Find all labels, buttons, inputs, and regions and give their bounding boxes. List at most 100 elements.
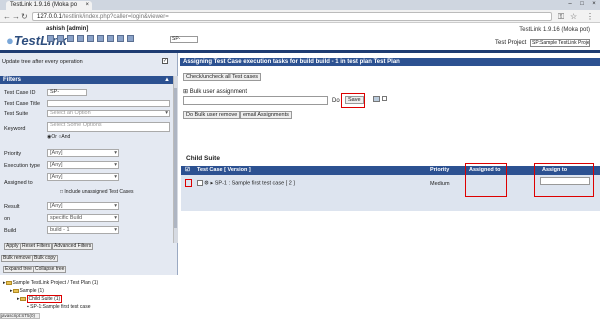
or-label: Or <box>51 134 57 140</box>
tree-node-root[interactable]: ▸ Sample TestLink Project / Test Plan (1) <box>3 280 98 286</box>
minimize-icon[interactable]: – <box>564 0 576 9</box>
col-testcase: Test Case [ Version ] <box>197 167 251 173</box>
row-priority: Medium <box>430 181 450 187</box>
admin-icon[interactable] <box>117 35 124 42</box>
select-all-checkbox[interactable]: ☑ <box>185 166 190 175</box>
tab-title: TestLink 1.9.16 (Moka po <box>10 2 78 8</box>
row-testcase-label: SP-1 : Sample first test case [ 2 ] <box>214 180 295 187</box>
check-uncheck-all-button[interactable]: Check/uncheck all Test cases <box>183 73 262 81</box>
result-select[interactable]: [Any] ▾ <box>47 202 119 210</box>
page-title: Assigning Test Case execution tasks for … <box>180 58 600 66</box>
build-value: build - 1 <box>50 227 70 233</box>
report-icon[interactable] <box>107 35 114 42</box>
chevron-down-icon: ▾ <box>114 150 117 156</box>
bulk-assignment-text: Bulk user assignment <box>189 89 248 95</box>
project-select[interactable]: SP:Sample TestLink Project <box>530 39 590 47</box>
assign-to-input[interactable] <box>540 177 590 185</box>
exec-type-label: Execution type <box>4 163 41 169</box>
plan-icon[interactable] <box>87 35 94 42</box>
forward-icon[interactable]: → <box>12 12 20 21</box>
email-icon[interactable] <box>373 96 380 102</box>
collapse-tree-button[interactable]: Collapse tree <box>33 266 67 273</box>
toggle-icon[interactable]: ⊞ <box>183 89 188 95</box>
assigned-select[interactable]: [Any] ▾ <box>47 173 119 181</box>
on-label: on <box>4 216 11 222</box>
close-icon[interactable]: × <box>85 2 89 8</box>
filters-header[interactable]: Filters ▲ <box>0 76 173 84</box>
exec-icon[interactable] <box>97 35 104 42</box>
assigned-value: [Any] <box>50 174 63 180</box>
menu-icon[interactable]: ⋮ <box>586 12 594 21</box>
email-assignments-button[interactable]: email Assignments <box>240 111 292 119</box>
reload-icon[interactable]: ↻ <box>21 12 28 21</box>
filters-scroll-thumb[interactable] <box>174 88 177 228</box>
chevron-down-icon: ▾ <box>114 203 117 209</box>
reset-filters-button[interactable]: Reset Filters <box>20 243 53 250</box>
or-and-radios[interactable]: ◉Or ○And <box>47 134 70 140</box>
folder-icon <box>19 296 26 301</box>
suite-title: Child Suite <box>186 155 220 162</box>
row-checkbox-highlight[interactable] <box>185 179 192 187</box>
spec-icon[interactable] <box>67 35 74 42</box>
folder-icon <box>5 280 12 285</box>
address-bar-row: ← → ↻ 127.0.0.1/testlink/index.php?calle… <box>0 10 600 23</box>
collapse-icon[interactable]: ▲ <box>164 76 170 84</box>
bulk-assignment-label: ⊞ Bulk user assignment <box>183 88 247 95</box>
chevron-down-icon: ▾ <box>114 227 117 233</box>
tree-node-testcase[interactable]: ▪ SP-1:Sample first test case <box>27 304 90 310</box>
exec-type-value: [Any] <box>50 162 63 168</box>
on-value: specific Build <box>50 215 83 221</box>
priority-value: [Any] <box>50 150 63 156</box>
result-label: Result <box>4 204 20 210</box>
exec-icon[interactable]: ▸ <box>210 180 213 186</box>
bulk-remove-button[interactable]: Bulk remove <box>1 255 33 262</box>
exec-type-select[interactable]: [Any] ▾ <box>47 161 119 169</box>
settings-icon[interactable]: ⚙ <box>204 180 209 186</box>
include-unassigned-checkbox[interactable]: □ Include unassigned Test Cases <box>60 189 134 195</box>
row-testcase[interactable]: ⚙ ▸ SP-1 : Sample first test case [ 2 ] <box>197 180 295 186</box>
checkbox-icon[interactable] <box>382 96 387 101</box>
url-input[interactable]: 127.0.0.1/testlink/index.php?caller=logi… <box>32 12 552 21</box>
toolbar-icons <box>47 35 134 42</box>
close-window-icon[interactable]: × <box>588 0 600 9</box>
tree-node-child-suite[interactable]: ▸ Child Suite (1) <box>17 295 63 303</box>
tcid-input[interactable]: SP- <box>47 89 87 96</box>
priority-select[interactable]: [Any] ▾ <box>47 149 119 157</box>
suite-label: Test Suite <box>4 111 29 117</box>
back-icon[interactable]: ← <box>3 12 11 21</box>
key-icon[interactable]: ⚿ <box>558 12 564 21</box>
keyword-placeholder: Select Some Options <box>50 122 102 128</box>
build-select[interactable]: build - 1 ▾ <box>47 226 119 234</box>
bulk-user-select[interactable] <box>183 96 328 105</box>
do-bulk-remove-button[interactable]: Do Bulk user remove <box>183 111 241 119</box>
tree-testcase-label: SP-1:Sample first test case <box>30 304 91 310</box>
apply-button[interactable]: Apply <box>4 243 21 250</box>
maximize-icon[interactable]: □ <box>576 0 588 9</box>
and-label: And <box>61 134 71 140</box>
suite-select[interactable]: Select an Option ▾ <box>47 110 170 117</box>
browser-tab[interactable]: TestLink 1.9.16 (Moka po × <box>6 1 92 10</box>
keyword-select[interactable]: Select Some Options <box>47 122 170 132</box>
logo-dot-icon: ● <box>6 33 14 48</box>
logout-icon[interactable] <box>127 35 134 42</box>
chevron-down-icon: ▾ <box>114 162 117 168</box>
tree-node-sample[interactable]: ▸ Sample (1) <box>10 288 44 294</box>
browser-tab-bar: TestLink 1.9.16 (Moka po × – □ × <box>0 0 600 10</box>
expand-tree-button[interactable]: Expand tree <box>3 266 34 273</box>
do-label: Do <box>332 98 340 104</box>
build-label: Build <box>4 228 17 234</box>
testcase-search-input[interactable]: SP- <box>170 36 198 43</box>
star-icon[interactable]: ☆ <box>570 12 577 21</box>
desktop-icon[interactable] <box>47 35 54 42</box>
checkbox-icon[interactable] <box>197 180 203 186</box>
update-tree-checkbox[interactable]: ✓ <box>162 58 168 64</box>
on-select[interactable]: specific Build ▾ <box>47 214 119 222</box>
req-icon[interactable] <box>77 35 84 42</box>
title-input[interactable] <box>47 100 170 107</box>
bulk-copy-button[interactable]: Bulk copy <box>32 255 58 262</box>
user-icon[interactable] <box>57 35 64 42</box>
suite-placeholder: Select an Option <box>50 110 91 116</box>
chevron-down-icon: ▾ <box>114 174 117 180</box>
advanced-filters-button[interactable]: Advanced Filters <box>52 243 94 250</box>
chevron-down-icon: ▾ <box>114 215 117 221</box>
